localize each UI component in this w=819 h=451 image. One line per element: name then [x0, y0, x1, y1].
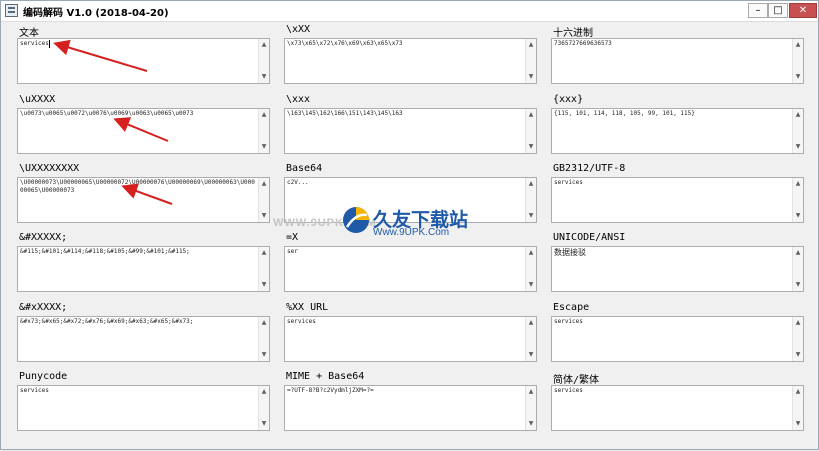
annotation-arrow-2	[113, 117, 169, 142]
annotation-arrow-3	[121, 183, 173, 205]
annotation-arrows	[53, 39, 173, 205]
annotation-arrow-1	[53, 39, 148, 72]
app-window: 编码解码 V1.0 (2018-04-20) – □ ✕ 文本 services…	[0, 0, 819, 450]
